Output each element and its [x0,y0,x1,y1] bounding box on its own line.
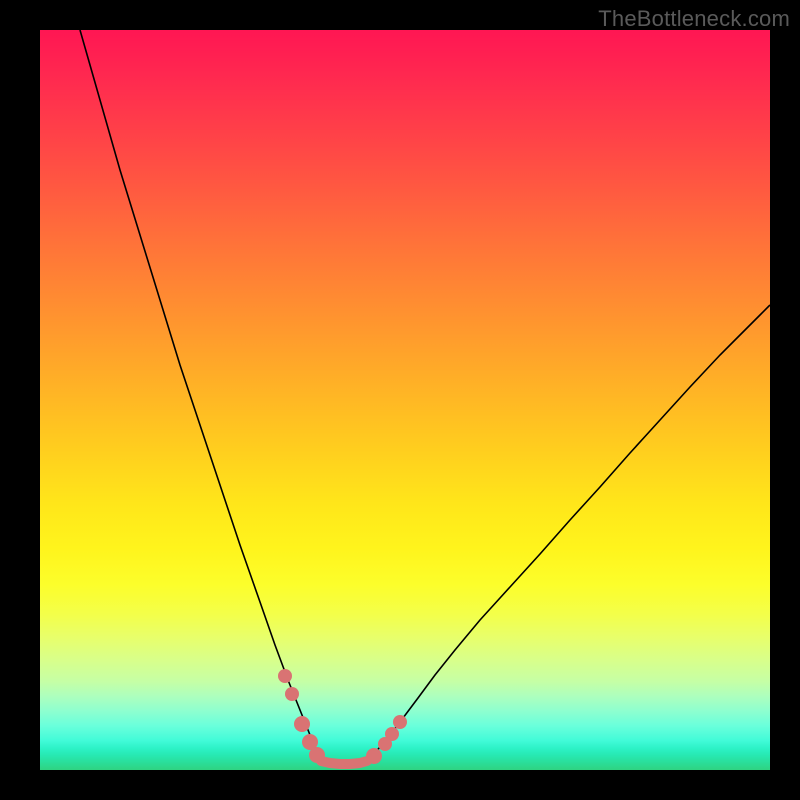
watermark-text: TheBottleneck.com [598,6,790,32]
marker-dot [285,687,299,701]
left-curve [80,30,326,762]
marker-dot [378,737,392,751]
bottom-ridge [321,761,367,764]
right-curve [366,305,770,762]
chart-svg [40,30,770,770]
chart-frame: TheBottleneck.com [0,0,800,800]
marker-dots [278,669,407,764]
marker-dot [278,669,292,683]
marker-dot [393,715,407,729]
marker-dot [294,716,310,732]
plot-area [40,30,770,770]
marker-dot [366,748,382,764]
marker-dot [309,747,325,763]
